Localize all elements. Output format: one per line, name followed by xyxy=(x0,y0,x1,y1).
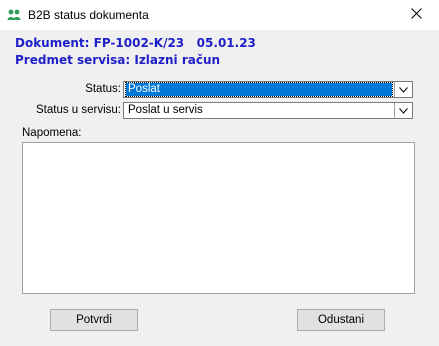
service-status-value: Poslat u servis xyxy=(128,104,203,116)
chevron-down-icon[interactable] xyxy=(394,82,412,97)
close-icon xyxy=(410,8,422,22)
service-status-select[interactable]: Poslat u servis xyxy=(123,102,413,119)
people-exchange-icon xyxy=(6,7,22,23)
window-title: B2B status dokumenta xyxy=(28,8,149,22)
status-label: Status: xyxy=(85,83,121,95)
note-textarea[interactable] xyxy=(22,142,415,294)
note-label: Napomena: xyxy=(22,127,82,139)
status-value: Poslat xyxy=(125,82,393,97)
service-status-label: Status u servisu: xyxy=(35,104,121,116)
dialog-window: B2B status dokumenta Dokument: FP-1002-K… xyxy=(0,0,439,346)
document-info: Dokument: FP-1002-K/23 05.01.23 xyxy=(15,36,256,50)
cancel-button[interactable]: Odustani xyxy=(297,309,385,331)
service-subject-info: Predmet servisa: Izlazni račun xyxy=(15,53,221,67)
confirm-button[interactable]: Potvrdi xyxy=(50,309,138,331)
status-select[interactable]: Poslat xyxy=(123,81,413,98)
title-bar: B2B status dokumenta xyxy=(0,0,439,30)
chevron-down-icon[interactable] xyxy=(394,103,412,118)
close-button[interactable] xyxy=(393,0,439,30)
